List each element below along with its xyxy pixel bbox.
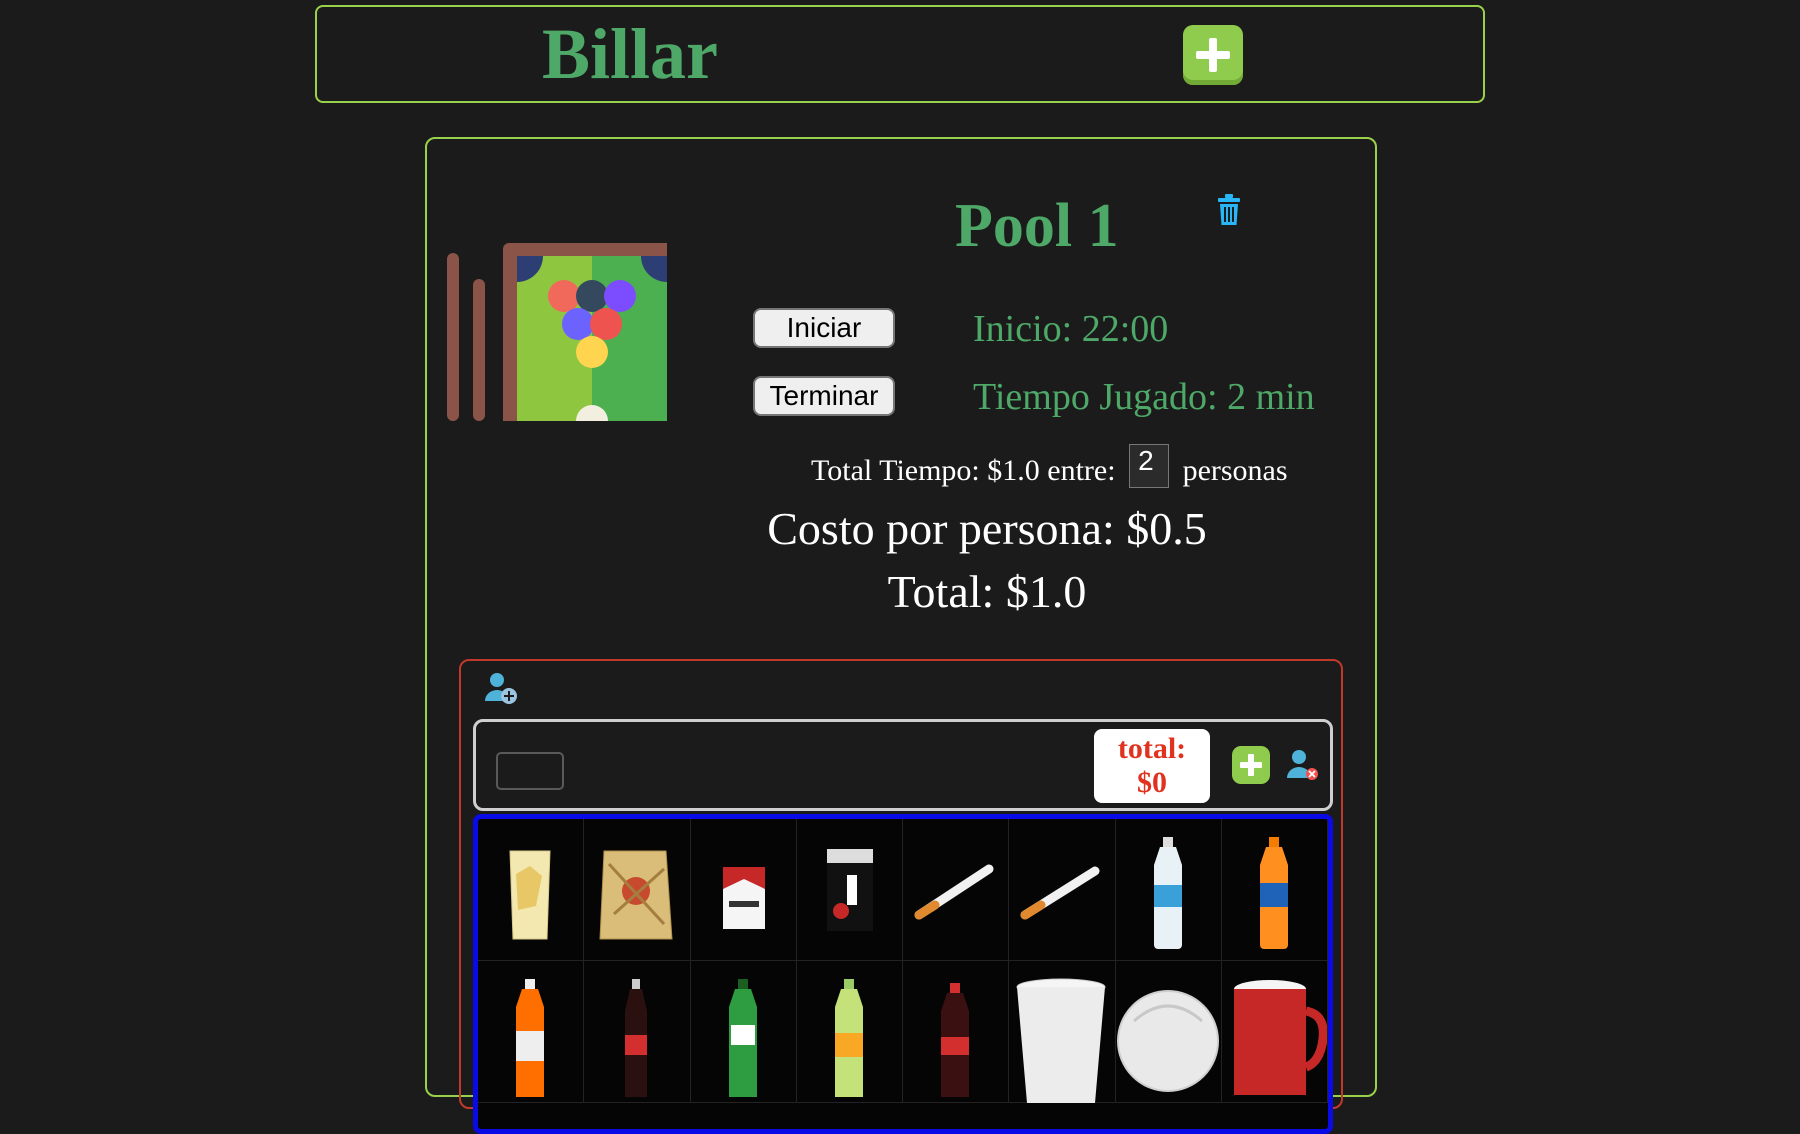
product-marlboro[interactable] [690,819,797,961]
product-7up[interactable] [690,961,797,1103]
app-title: Billar [542,14,718,94]
bottle-icon [625,979,648,1097]
plus-icon[interactable] [1232,746,1270,784]
person-total-value: $0 [1137,766,1167,799]
people-panel: total: $0 [459,659,1343,1134]
bottle-icon [941,983,969,1097]
cup-icon [1016,978,1106,1103]
trash-icon[interactable] [1216,194,1242,226]
people-count-input[interactable]: 2 [1129,444,1170,488]
bottle-icon [516,979,544,1097]
plus-icon [1196,38,1230,72]
bottle-icon [834,979,863,1097]
table-name: Pool 1 [955,192,1119,260]
person-total-label: total: [1117,732,1187,765]
cost-per-person: Costo por persona: $0.5 [767,503,1207,554]
played-time-text: Tiempo Jugado: 2 min [973,376,1315,418]
product-cigarrillo-pall-mall[interactable] [1009,819,1116,961]
start-time-text: Inicio: 22:00 [973,308,1169,350]
bottle-icon [1259,837,1288,949]
cigarette-pack-icon [826,849,873,931]
table-card: Pool 1 Iniciar Terminar Inicio: 22:00 Ti… [425,137,1377,1134]
product-naranja[interactable] [1221,819,1328,961]
mug-icon [1233,980,1327,1095]
cigarette-pack-icon [722,867,765,929]
personas-label: personas [1182,454,1288,487]
bottle-icon [1153,837,1182,949]
product-papas-fritas[interactable] [478,819,585,961]
pool-table-icon [447,243,667,421]
remove-user-icon[interactable] [1286,748,1320,782]
chips-bag-icon [599,850,673,940]
chips-bag-icon [509,850,551,940]
header-bar: Billar [315,5,1485,103]
product-orange-crush[interactable] [478,961,585,1103]
add-user-icon[interactable] [484,671,518,705]
bottle-icon [728,979,757,1097]
product-taza[interactable] [1221,961,1328,1103]
product-coca-cola-plastico[interactable] [903,961,1010,1103]
total-cost: Total: $1.0 [887,566,1087,617]
start-button[interactable]: Iniciar [753,308,895,348]
person-row: total: $0 [473,719,1333,811]
cigarette-icon [914,864,994,920]
product-coca-cola-vidrio[interactable] [584,961,691,1103]
product-pall-mall[interactable] [796,819,903,961]
end-button[interactable]: Terminar [753,376,895,416]
product-cigarrillo[interactable] [903,819,1010,961]
product-agua[interactable] [1115,819,1222,961]
person-total-badge: total: $0 [1094,729,1210,803]
product-papas-bolsa[interactable] [584,819,691,961]
person-name-input[interactable] [496,752,564,790]
total-time-label: Total Tiempo: $1.0 entre: [811,454,1116,487]
product-vaso[interactable] [1009,961,1116,1103]
product-aspirina[interactable] [1115,961,1222,1103]
add-table-button[interactable] [1183,25,1243,85]
products-grid [473,814,1333,1134]
cigarette-icon [1020,866,1100,920]
pill-icon [1116,990,1219,1092]
split-cost-row: Total Tiempo: $1.0 entre: 2 personas [811,444,1288,488]
product-squirt[interactable] [796,961,903,1103]
